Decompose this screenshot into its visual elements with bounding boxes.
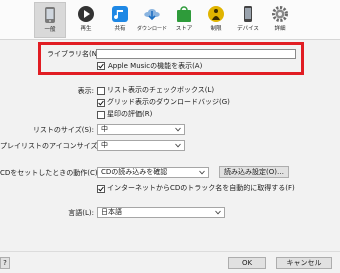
apple-music-label: Apple Musicの機能を表示(A) bbox=[108, 62, 203, 70]
general-device-icon bbox=[45, 7, 55, 23]
download-icon bbox=[144, 9, 160, 21]
tab-store-label: ストア bbox=[175, 26, 193, 32]
tab-general-label: 一般 bbox=[44, 27, 56, 33]
tab-sharing-label: 共有 bbox=[114, 26, 126, 32]
checkmark-icon bbox=[98, 63, 104, 69]
tab-download-label: ダウンロード bbox=[136, 26, 167, 32]
tab-devices-label: デバイス bbox=[237, 26, 259, 32]
tab-general[interactable]: 一般 bbox=[34, 2, 66, 38]
playback-icon bbox=[78, 6, 94, 22]
playlist-icon-size-label: プレイリストのアイコンサイズ(P): bbox=[0, 142, 110, 150]
cancel-button[interactable]: キャンセル bbox=[276, 257, 332, 269]
tab-devices[interactable]: デバイス bbox=[232, 2, 264, 38]
grid-download-badge-checkbox[interactable] bbox=[97, 99, 105, 107]
tab-restrictions[interactable]: 制限 bbox=[200, 2, 232, 38]
tab-advanced[interactable]: 詳細 bbox=[264, 2, 296, 38]
list-checkbox-option-label: リスト表示のチェックボックス(L) bbox=[107, 86, 215, 94]
footer-divider bbox=[0, 251, 340, 252]
auto-fetch-track-names-label: インターネットからCDのトラック名を自動的に取得する(F) bbox=[107, 184, 295, 192]
apple-music-checkbox[interactable] bbox=[97, 62, 105, 70]
tab-playback[interactable]: 再生 bbox=[70, 2, 102, 38]
list-checkbox-option[interactable] bbox=[97, 87, 105, 95]
chevron-down-icon bbox=[175, 127, 181, 132]
list-size-select[interactable]: 中 bbox=[97, 124, 185, 135]
checkmark-icon bbox=[98, 186, 104, 192]
tab-sharing[interactable]: 共有 bbox=[104, 2, 136, 38]
tab-download[interactable]: ダウンロード bbox=[136, 2, 168, 38]
store-icon bbox=[177, 6, 191, 22]
language-label: 言語(L): bbox=[68, 209, 94, 217]
import-settings-button[interactable]: 読み込み設定(O)… bbox=[219, 166, 289, 178]
list-size-value: 中 bbox=[101, 125, 108, 133]
chevron-down-icon bbox=[215, 210, 221, 215]
tab-store[interactable]: ストア bbox=[168, 2, 200, 38]
star-rating-label: 星印の評価(R) bbox=[107, 110, 153, 118]
tab-restrictions-label: 制限 bbox=[210, 26, 222, 32]
grid-download-badge-label: グリッド表示のダウンロードバッジ(G) bbox=[107, 98, 230, 106]
tab-advanced-label: 詳細 bbox=[274, 26, 286, 32]
display-label: 表示: bbox=[77, 87, 94, 95]
sharing-icon bbox=[112, 6, 128, 22]
star-rating-checkbox[interactable] bbox=[97, 111, 105, 119]
language-select[interactable]: 日本語 bbox=[97, 207, 225, 218]
chevron-down-icon bbox=[175, 143, 181, 148]
library-name-input[interactable] bbox=[96, 49, 296, 59]
playlist-icon-size-value: 中 bbox=[101, 141, 108, 149]
ok-button[interactable]: OK bbox=[228, 257, 266, 269]
cd-action-value: CDの読み込みを確認 bbox=[101, 168, 168, 176]
library-name-label: ライブラリ名(N): bbox=[47, 50, 103, 58]
cd-action-select[interactable]: CDの読み込みを確認 bbox=[97, 167, 209, 178]
advanced-gear-icon bbox=[272, 6, 288, 22]
tab-playback-label: 再生 bbox=[80, 26, 92, 32]
chevron-down-icon bbox=[199, 170, 205, 175]
auto-fetch-track-names-checkbox[interactable] bbox=[97, 185, 105, 193]
list-size-label: リストのサイズ(S): bbox=[32, 126, 94, 134]
checkmark-icon bbox=[98, 100, 104, 106]
devices-icon bbox=[244, 6, 252, 22]
help-button[interactable]: ? bbox=[0, 257, 10, 269]
preferences-toolbar: 一般 再生 共有 ダウンロード ストア 制限 デバイス 詳細 bbox=[0, 0, 340, 40]
cd-action-label: CDをセットしたときの動作(C): bbox=[0, 169, 100, 177]
language-value: 日本語 bbox=[101, 208, 122, 216]
restrictions-icon bbox=[208, 6, 224, 22]
playlist-icon-size-select[interactable]: 中 bbox=[97, 140, 185, 151]
